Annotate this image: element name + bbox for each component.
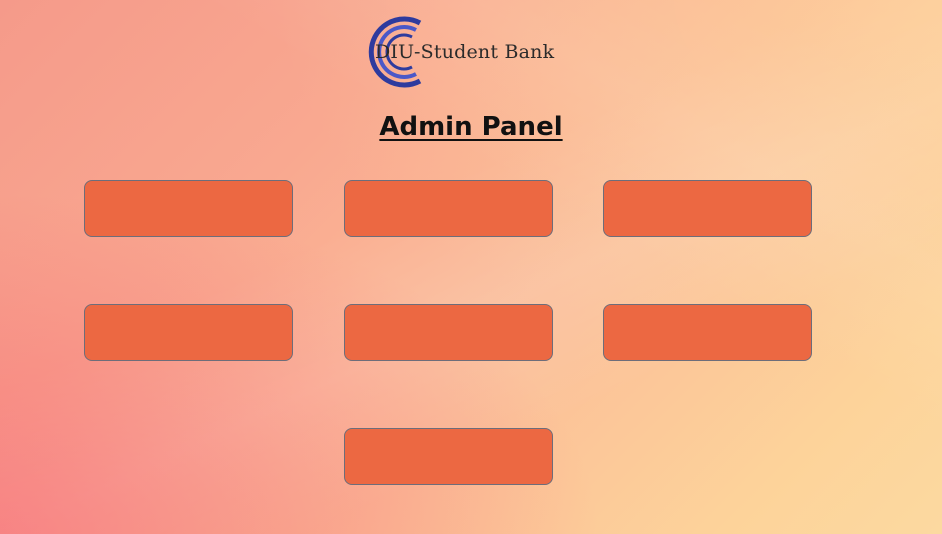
admin-button-5[interactable] (344, 304, 553, 361)
admin-button-1[interactable] (84, 180, 293, 237)
page-title: Admin Panel (379, 112, 563, 142)
admin-button-6[interactable] (603, 304, 812, 361)
brand-name: DIU-Student Bank (375, 41, 555, 63)
admin-button-2[interactable] (344, 180, 553, 237)
admin-button-7[interactable] (344, 428, 553, 485)
brand-logo: DIU-Student Bank (358, 15, 554, 89)
admin-button-4[interactable] (84, 304, 293, 361)
admin-button-3[interactable] (603, 180, 812, 237)
